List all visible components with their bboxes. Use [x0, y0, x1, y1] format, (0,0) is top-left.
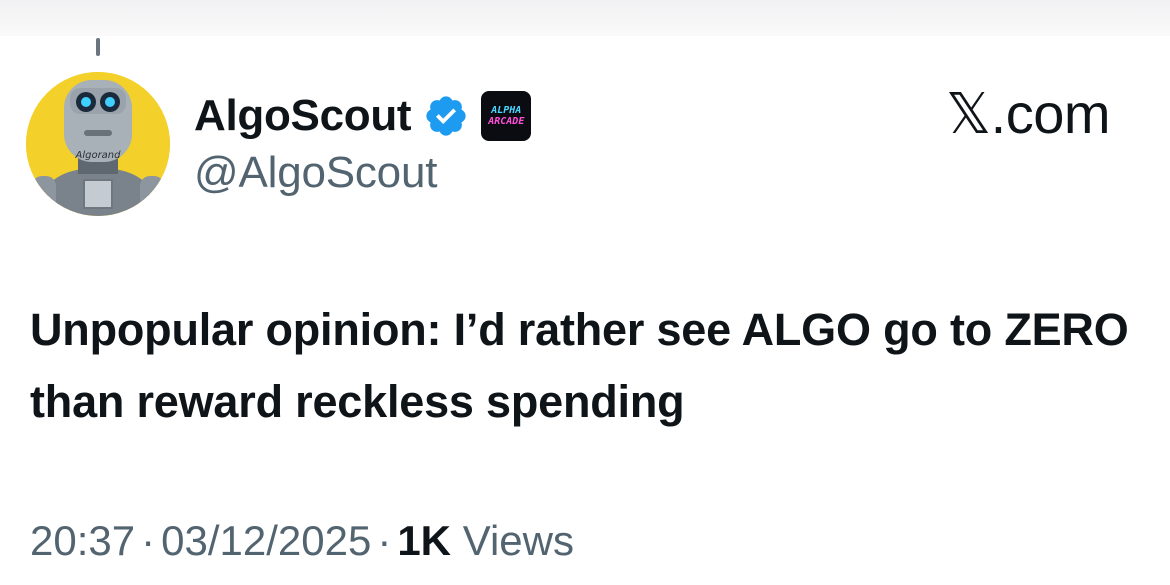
top-strip [0, 0, 1170, 36]
verified-badge-icon[interactable] [423, 93, 469, 139]
meta-separator: · [377, 517, 392, 564]
author-name-row: AlgoScout ALPHA ARCADE [194, 86, 532, 146]
avatar[interactable]: Algorand [26, 72, 170, 216]
user-handle[interactable]: @AlgoScout [194, 151, 437, 195]
thread-connector-line [96, 38, 100, 56]
x-brand-label: 𝕏.com [946, 82, 1110, 145]
affiliate-badge[interactable]: ALPHA ARCADE [481, 91, 532, 141]
views-label: Views [462, 517, 574, 564]
views-count: 1K [397, 517, 452, 564]
affiliate-badge-line2: ARCADE [488, 116, 525, 127]
robot-avatar-icon: Algorand [26, 72, 170, 216]
meta-separator: · [141, 517, 156, 564]
tweet-time[interactable]: 20:37 [30, 517, 135, 564]
affiliate-badge-line1: ALPHA [491, 105, 522, 116]
avatar-label: Algorand [74, 150, 121, 161]
tweet-meta: 20:37 · 03/12/2025 · 1K Views [30, 520, 574, 562]
tweet-text: Unpopular opinion: I’d rather see ALGO g… [30, 304, 1129, 427]
tweet-date[interactable]: 03/12/2025 [161, 517, 371, 564]
display-name[interactable]: AlgoScout [194, 94, 412, 138]
